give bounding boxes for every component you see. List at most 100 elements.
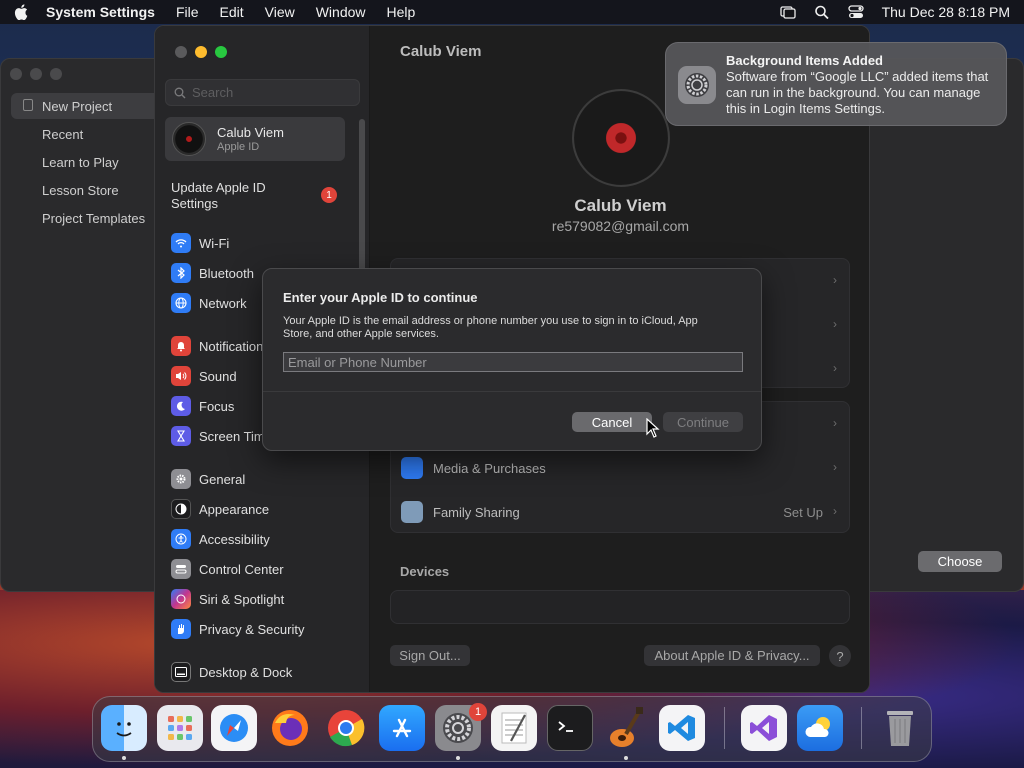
sidebar-item-label: Bluetooth xyxy=(199,265,254,281)
spotlight-search-icon[interactable] xyxy=(814,5,830,19)
page-title: Calub Viem xyxy=(400,43,482,60)
profile-avatar-large[interactable] xyxy=(572,89,670,187)
help-button[interactable]: ? xyxy=(829,645,851,667)
sidebar-item-focus[interactable]: Focus xyxy=(171,395,234,417)
background-window-controls xyxy=(10,68,62,80)
bg-item-learn-to-play[interactable]: Learn to Play xyxy=(42,155,119,170)
bell-icon xyxy=(171,336,191,356)
hand-icon xyxy=(171,619,191,639)
finder-icon[interactable] xyxy=(101,705,147,751)
about-apple-id-privacy-button[interactable]: About Apple ID & Privacy... xyxy=(644,645,820,666)
menu-file[interactable]: File xyxy=(176,4,199,20)
menu-window[interactable]: Window xyxy=(316,4,366,20)
cancel-button[interactable]: Cancel xyxy=(572,412,652,432)
user-email: re579082@gmail.com xyxy=(551,218,690,234)
bg-item-new-project[interactable]: New Project xyxy=(42,99,112,114)
system-settings-badge: 1 xyxy=(469,703,487,721)
dialog-title: Enter your Apple ID to continue xyxy=(283,290,478,305)
sidebar-item-desktop-dock[interactable]: Desktop & Dock xyxy=(171,661,292,683)
chevron-right-icon: › xyxy=(833,460,837,474)
bg-item-lesson-store[interactable]: Lesson Store xyxy=(42,183,119,198)
sidebar-item-notifications[interactable]: Notifications xyxy=(171,335,270,357)
sidebar-item-label: General xyxy=(199,471,246,487)
menu-help[interactable]: Help xyxy=(387,4,416,20)
sidebar-search[interactable] xyxy=(165,79,360,106)
zoom-icon[interactable] xyxy=(215,46,227,58)
sidebar-item-label: Focus xyxy=(199,398,235,414)
terminal-icon[interactable] xyxy=(547,705,593,751)
email-or-phone-input[interactable] xyxy=(283,352,743,372)
menu-bar-clock[interactable]: Thu Dec 28 8:18 PM xyxy=(882,4,1010,20)
sidebar-item-label: Accessibility xyxy=(199,531,270,547)
sidebar-item-sound[interactable]: Sound xyxy=(171,365,237,387)
minimize-icon[interactable] xyxy=(195,46,207,58)
sidebar-item-control-center[interactable]: Control Center xyxy=(171,558,284,580)
gear-icon xyxy=(171,469,191,489)
sidebar-item-label: Sound xyxy=(199,368,237,384)
chevron-right-icon: › xyxy=(833,361,837,375)
continue-button[interactable]: Continue xyxy=(663,412,743,432)
chevron-right-icon: › xyxy=(833,416,837,430)
menu-edit[interactable]: Edit xyxy=(220,4,244,20)
screen-mirroring-icon[interactable] xyxy=(779,5,796,19)
sidebar-item-wifi[interactable]: Wi-Fi xyxy=(171,232,229,254)
moon-icon xyxy=(171,396,191,416)
family-sharing-icon xyxy=(401,501,423,523)
choose-button[interactable]: Choose xyxy=(918,551,1002,572)
app-store-icon[interactable] xyxy=(379,705,425,751)
sidebar-item-siri-spotlight[interactable]: Siri & Spotlight xyxy=(171,588,284,610)
sidebar-item-update-apple-id[interactable]: Update Apple ID Settings xyxy=(171,180,291,212)
zoom-icon[interactable] xyxy=(50,68,62,80)
menu-bar: System Settings File Edit View Window He… xyxy=(0,0,1024,24)
chrome-icon[interactable] xyxy=(323,705,369,751)
close-icon[interactable] xyxy=(10,68,22,80)
visual-studio-icon[interactable] xyxy=(741,705,787,751)
weather-icon[interactable] xyxy=(797,705,843,751)
apple-id-sign-in-dialog: Enter your Apple ID to continue Your App… xyxy=(262,268,762,451)
menu-view[interactable]: View xyxy=(265,4,295,20)
sign-out-button[interactable]: Sign Out... xyxy=(390,645,470,666)
app-store-icon xyxy=(401,457,423,479)
bg-item-recent[interactable]: Recent xyxy=(42,127,83,142)
running-indicator xyxy=(624,756,628,760)
profile-subtitle: Apple ID xyxy=(217,141,260,153)
control-center-toggle-icon[interactable] xyxy=(847,5,864,19)
system-settings-gear-icon xyxy=(678,66,716,104)
vscode-icon[interactable] xyxy=(659,705,705,751)
hourglass-icon xyxy=(171,426,191,446)
dialog-message: Your Apple ID is the email address or ph… xyxy=(283,315,698,340)
media-purchases-label: Media & Purchases xyxy=(433,460,546,476)
bg-item-project-templates[interactable]: Project Templates xyxy=(42,211,145,226)
garageband-icon[interactable] xyxy=(603,705,649,751)
safari-icon[interactable] xyxy=(211,705,257,751)
textedit-icon[interactable] xyxy=(491,705,537,751)
firefox-icon[interactable] xyxy=(267,705,313,751)
minimize-icon[interactable] xyxy=(30,68,42,80)
sidebar-item-network[interactable]: Network xyxy=(171,292,247,314)
sidebar-item-label: Appearance xyxy=(199,501,270,517)
trash-icon[interactable] xyxy=(877,705,923,751)
search-input[interactable] xyxy=(192,85,352,100)
sidebar-item-apple-id[interactable]: Calub Viem Apple ID xyxy=(165,117,345,161)
background-items-notification[interactable]: Background Items Added Software from “Go… xyxy=(665,42,1007,126)
sidebar-item-general[interactable]: General xyxy=(171,468,245,490)
dock: 1 xyxy=(92,696,932,762)
sidebar-item-accessibility[interactable]: Accessibility xyxy=(171,528,270,550)
sidebar-item-screen-time[interactable]: Screen Time xyxy=(171,425,272,447)
apple-logo-icon[interactable] xyxy=(14,4,28,20)
sidebar-item-appearance[interactable]: Appearance xyxy=(171,498,269,520)
close-icon[interactable] xyxy=(175,46,187,58)
sidebar-item-bluetooth[interactable]: Bluetooth xyxy=(171,262,254,284)
launchpad-icon[interactable] xyxy=(157,705,203,751)
media-purchases-row[interactable]: Media & Purchases xyxy=(391,446,849,490)
update-badge: 1 xyxy=(321,187,337,203)
sidebar-item-privacy-security[interactable]: Privacy & Security xyxy=(171,618,304,640)
appearance-icon xyxy=(171,499,191,519)
dialog-divider xyxy=(263,391,761,392)
app-name-menu[interactable]: System Settings xyxy=(46,4,155,20)
sidebar-item-label: Siri & Spotlight xyxy=(199,591,285,607)
dock-icon xyxy=(171,662,191,682)
family-sharing-row[interactable]: Family Sharing Set Up xyxy=(391,490,849,534)
family-sharing-setup-label: Set Up xyxy=(783,504,823,520)
chevron-right-icon: › xyxy=(833,504,837,518)
